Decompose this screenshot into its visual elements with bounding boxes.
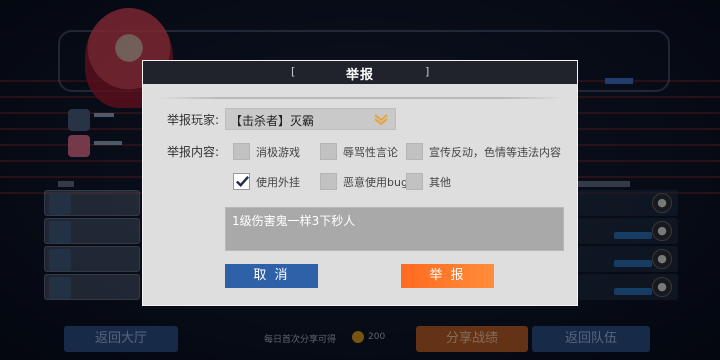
player-select-value: 【击杀者】灭霸 — [230, 114, 315, 128]
option-label: 其他 — [429, 176, 451, 189]
option-label: 使用外挂 — [256, 176, 300, 189]
checkbox[interactable] — [233, 143, 250, 160]
report-reason-input[interactable]: 1级伤害鬼一样3下秒人 — [225, 207, 564, 251]
title-bracket-right: ] — [425, 65, 430, 78]
checkbox-checked[interactable] — [233, 173, 250, 190]
chevron-down-icon — [374, 114, 388, 126]
player-select[interactable]: 【击杀者】灭霸 — [225, 108, 396, 130]
report-content-label: 举报内容: — [167, 145, 220, 159]
option-label: 恶意使用bug — [343, 176, 408, 189]
checkmark-icon — [236, 176, 250, 188]
checkbox[interactable] — [406, 143, 423, 160]
dialog-title: 举报 — [345, 68, 374, 83]
option-label: 消极游戏 — [256, 146, 300, 159]
report-dialog: [ 举报 ] 举报玩家: 【击杀者】灭霸 举报内容: 消极游戏 辱骂性言论 宣传… — [142, 60, 578, 306]
report-player-label: 举报玩家: — [167, 113, 220, 127]
checkbox[interactable] — [320, 173, 337, 190]
option-label: 宣传反动，色情等违法内容 — [429, 146, 561, 159]
report-reason-text: 1级伤害鬼一样3下秒人 — [232, 214, 356, 228]
checkbox[interactable] — [406, 173, 423, 190]
option-label: 辱骂性言论 — [343, 146, 398, 159]
checkbox[interactable] — [320, 143, 337, 160]
dialog-header: [ 举报 ] — [143, 61, 577, 84]
report-button[interactable]: 举 报 — [401, 264, 494, 288]
divider — [157, 97, 565, 99]
cancel-button[interactable]: 取 消 — [225, 264, 318, 288]
